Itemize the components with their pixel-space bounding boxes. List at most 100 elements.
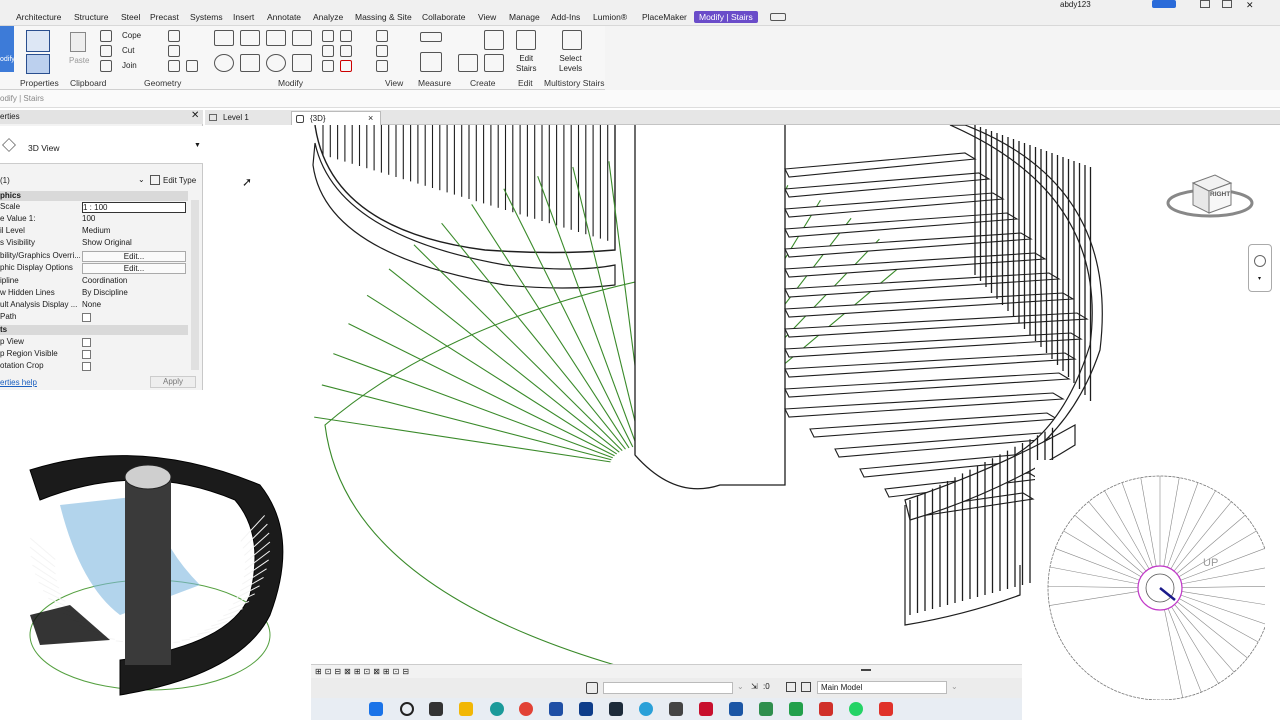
prop-value[interactable]: 1 : 100 xyxy=(82,202,186,213)
design-options-icon[interactable] xyxy=(786,682,796,692)
workset-icon[interactable] xyxy=(586,682,598,694)
crop-view-checkbox[interactable] xyxy=(82,338,91,347)
scale-icon[interactable] xyxy=(322,60,334,72)
design-options-switch-icon[interactable] xyxy=(801,682,811,692)
crop-region-checkbox[interactable] xyxy=(82,350,91,359)
viewcube[interactable]: RIGHT xyxy=(1165,161,1255,231)
properties-icon[interactable] xyxy=(26,54,50,74)
mirror-axis-icon[interactable] xyxy=(266,30,286,46)
prop-row[interactable]: bility/Graphics Overri... Edit... xyxy=(0,250,188,262)
split-icon[interactable] xyxy=(322,30,334,42)
minimize-icon[interactable] xyxy=(1200,0,1210,8)
file-explorer-icon[interactable] xyxy=(459,702,473,716)
create-similar-icon[interactable] xyxy=(458,54,478,72)
offset-icon[interactable] xyxy=(240,30,260,46)
tab-3d[interactable]: {3D} × xyxy=(291,111,381,125)
prop-row[interactable]: s Visibility Show Original xyxy=(0,237,188,249)
tab-steel[interactable]: Steel xyxy=(121,12,140,22)
prop-value[interactable]: Show Original xyxy=(82,238,186,247)
edit-vg-button[interactable]: Edit... xyxy=(82,251,186,262)
hide-icon[interactable] xyxy=(376,60,388,72)
tab-annotate[interactable]: Annotate xyxy=(267,12,301,22)
tab-close-icon[interactable]: × xyxy=(368,113,373,123)
align-icon[interactable] xyxy=(214,30,234,46)
measure-icon[interactable] xyxy=(420,52,442,72)
tab-view[interactable]: View xyxy=(478,12,496,22)
whatsapp-icon[interactable] xyxy=(849,702,863,716)
prop-row[interactable]: il Level Medium xyxy=(0,225,188,237)
panel-toggle-icon[interactable] xyxy=(770,13,786,21)
edit-stairs-icon[interactable] xyxy=(516,30,536,50)
edge-icon[interactable] xyxy=(490,702,504,716)
apply-button[interactable]: Apply xyxy=(150,376,196,388)
main-model-chevron-icon[interactable]: ⌄ xyxy=(951,682,958,691)
tab-modify-stairs[interactable]: Modify | Stairs xyxy=(694,11,758,23)
camtasia-icon[interactable] xyxy=(789,702,803,716)
copy-element-icon[interactable] xyxy=(240,54,260,72)
split-face-icon[interactable] xyxy=(168,45,180,57)
copy-icon[interactable] xyxy=(100,45,112,57)
app-icon[interactable] xyxy=(609,702,623,716)
prop-row[interactable]: Scale 1 : 100 xyxy=(0,201,188,213)
section-graphics[interactable]: phics xyxy=(0,191,188,201)
prop-row[interactable]: ult Analysis Display ... None xyxy=(0,299,188,311)
prop-row[interactable]: Path xyxy=(0,311,188,323)
prop-row[interactable]: e Value 1: 100 xyxy=(0,213,188,225)
prop-row[interactable]: p Region Visible xyxy=(0,348,188,360)
tab-structure[interactable]: Structure xyxy=(74,12,109,22)
trim-icon[interactable] xyxy=(292,54,312,72)
office-icon[interactable] xyxy=(819,702,833,716)
move-icon[interactable] xyxy=(214,54,234,72)
navigation-bar[interactable]: ▾ xyxy=(1248,244,1272,292)
prop-value[interactable]: None xyxy=(82,300,186,309)
paint-icon[interactable] xyxy=(168,60,180,72)
unpin-icon[interactable] xyxy=(340,30,352,42)
join-button[interactable]: Join xyxy=(122,61,137,70)
annotation-crop-checkbox[interactable] xyxy=(82,362,91,371)
properties-scrollbar[interactable] xyxy=(191,200,199,370)
start-icon[interactable] xyxy=(369,702,383,716)
prop-row[interactable]: p View xyxy=(0,336,188,348)
cope-button[interactable]: Cope xyxy=(122,31,141,40)
wall-join-icon[interactable] xyxy=(168,30,180,42)
chrome-icon[interactable] xyxy=(519,702,533,716)
prop-value[interactable]: Coordination xyxy=(82,276,186,285)
pencil-icon[interactable] xyxy=(376,45,388,57)
tab-systems[interactable]: Systems xyxy=(190,12,223,22)
sheets-icon[interactable] xyxy=(759,702,773,716)
light-bulb-icon[interactable] xyxy=(376,30,388,42)
navisworks-icon[interactable] xyxy=(729,702,743,716)
revit-icon[interactable] xyxy=(579,702,593,716)
properties-close-icon[interactable]: ✕ xyxy=(191,110,199,121)
prop-row[interactable]: ipline Coordination xyxy=(0,275,188,287)
autocad-icon[interactable] xyxy=(699,702,713,716)
rotate-icon[interactable] xyxy=(266,54,286,72)
media-icon[interactable] xyxy=(669,702,683,716)
user-name[interactable]: abdy123 xyxy=(1060,0,1091,9)
edit-display-button[interactable]: Edit... xyxy=(82,263,186,274)
properties-help-link[interactable]: erties help xyxy=(0,378,37,387)
acrobat-icon[interactable] xyxy=(879,702,893,716)
array-icon[interactable] xyxy=(322,45,334,57)
prop-row[interactable]: w Hidden Lines By Discipline xyxy=(0,287,188,299)
pin-icon[interactable] xyxy=(340,45,352,57)
search-icon[interactable] xyxy=(400,702,414,716)
telegram-icon[interactable] xyxy=(639,702,653,716)
instance-filter[interactable]: (1) xyxy=(0,176,10,185)
editable-only-icon[interactable]: ⇲ xyxy=(751,682,758,691)
nav-expand-icon[interactable]: ▾ xyxy=(1258,275,1261,282)
cut-button[interactable]: Cut xyxy=(122,46,134,55)
view-control-icons[interactable]: ⊞⊡⊟⊠⊞⊡⊠⊞⊡⊟ xyxy=(315,667,455,676)
prop-value[interactable]: Medium xyxy=(82,226,186,235)
create-group-icon[interactable] xyxy=(484,54,504,72)
prop-value[interactable]: By Discipline xyxy=(82,288,186,297)
select-levels-button[interactable]: Select Levels xyxy=(559,54,582,74)
3d-viewport[interactable]: RIGHT UP ➚ xyxy=(29,124,1280,700)
prop-row[interactable]: phic Display Options Edit... xyxy=(0,262,188,274)
demolish-icon[interactable] xyxy=(186,60,198,72)
tab-analyze[interactable]: Analyze xyxy=(313,12,343,22)
workset-chevron-icon[interactable]: ⌄ xyxy=(737,682,744,691)
tab-add-ins[interactable]: Add-Ins xyxy=(551,12,580,22)
maximize-icon[interactable] xyxy=(1222,0,1232,8)
type-selector[interactable]: 3D View ▼ xyxy=(0,126,203,164)
